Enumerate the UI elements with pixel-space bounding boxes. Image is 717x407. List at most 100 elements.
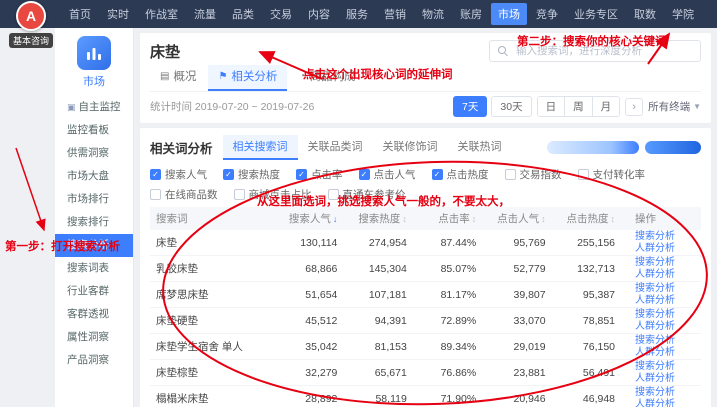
column-label: 点击率 bbox=[438, 213, 470, 225]
topnav-item[interactable]: 竞争 bbox=[529, 3, 565, 25]
deep-analysis-searchbox[interactable] bbox=[489, 40, 701, 62]
sidebar-item[interactable]: ▣客群透视 bbox=[55, 303, 133, 326]
trend-bar-light[interactable] bbox=[547, 141, 639, 154]
sidebar-item[interactable]: ▣搜索分析 bbox=[55, 234, 133, 257]
sidebar-item[interactable]: ▣搜索词表 bbox=[55, 257, 133, 280]
action-crowd-analysis-link[interactable]: 人群分析 bbox=[635, 243, 701, 255]
column-click-popularity[interactable]: 点击人气↕ bbox=[496, 211, 565, 226]
table-row: 床垫学生宿舍 单人 35,042 81,153 89.34% 29,019 76… bbox=[150, 334, 701, 360]
sidebar-item[interactable]: ▣供需洞察 bbox=[55, 142, 133, 165]
topnav-item[interactable]: 物流 bbox=[415, 3, 451, 25]
helper-avatar[interactable]: A bbox=[16, 1, 46, 31]
metric-label: 支付转化率 bbox=[593, 167, 646, 182]
action-search-analysis-link[interactable]: 搜索分析 bbox=[635, 231, 701, 243]
annotation-arrow-sidebar bbox=[16, 148, 44, 230]
sort-desc-icon: ↓ bbox=[333, 214, 338, 224]
action-search-analysis-link[interactable]: 搜索分析 bbox=[635, 335, 701, 347]
action-crowd-analysis-link[interactable]: 人群分析 bbox=[635, 347, 701, 359]
search-heat-cell: 145,304 bbox=[357, 263, 426, 275]
category-tab[interactable]: ⚑ 相关分析 bbox=[208, 65, 287, 91]
sidebar-item[interactable]: ▣搜索排行 bbox=[55, 211, 133, 234]
date-range-button[interactable]: 日 bbox=[538, 97, 565, 116]
checkbox-icon bbox=[150, 169, 161, 180]
topnav-item[interactable]: 实时 bbox=[100, 3, 136, 25]
topnav-item[interactable]: 账房 bbox=[453, 3, 489, 25]
sidebar-item[interactable]: ▣产品洞察 bbox=[55, 349, 133, 372]
topnav-item[interactable]: 业务专区 bbox=[567, 3, 625, 25]
category-tab[interactable]: ◔ 商品构成 bbox=[289, 65, 365, 91]
sidebar: 市场 ▣自主监控 ▣监控看板 ▣供需洞察 ▣市场大盘 ▣市场排行 ▣搜索排行 ▣… bbox=[55, 28, 134, 407]
metric-checkbox[interactable]: 搜索热度 bbox=[223, 167, 280, 182]
tab-icon: ▤ bbox=[160, 71, 169, 82]
column-click-heat[interactable]: 点击热度↕ bbox=[566, 211, 635, 226]
topnav-item[interactable]: 交易 bbox=[263, 3, 299, 25]
click-rate-cell: 72.89% bbox=[427, 315, 496, 327]
action-search-analysis-link[interactable]: 搜索分析 bbox=[635, 283, 701, 295]
next-period-button[interactable]: › bbox=[625, 98, 643, 116]
terminal-label: 所有终端 bbox=[648, 99, 690, 114]
metric-label: 点击率 bbox=[311, 167, 343, 182]
action-crowd-analysis-link[interactable]: 人群分析 bbox=[635, 269, 701, 281]
metrics-row-1: 搜索人气 搜索热度 点击率 点击人气 点击热度 交易指数 支付转化率 bbox=[150, 167, 701, 182]
metric-checkbox[interactable]: 直通车参考价 bbox=[328, 187, 406, 202]
terminal-selector[interactable]: 所有终端 ▼ bbox=[648, 99, 701, 114]
sort-icon: ↕ bbox=[472, 214, 477, 224]
trend-bar-dark[interactable] bbox=[645, 141, 701, 154]
word-type-tab[interactable]: 关联品类词 bbox=[298, 135, 373, 160]
action-search-analysis-link[interactable]: 搜索分析 bbox=[635, 361, 701, 373]
action-crowd-analysis-link[interactable]: 人群分析 bbox=[635, 373, 701, 385]
sidebar-item[interactable]: ▣市场排行 bbox=[55, 188, 133, 211]
range-buttons: 7天 30天 bbox=[453, 96, 532, 117]
topnav-item[interactable]: 品类 bbox=[225, 3, 261, 25]
topnav-item[interactable]: 流量 bbox=[187, 3, 223, 25]
click-popularity-cell: 39,807 bbox=[496, 289, 565, 301]
topnav-item[interactable]: 学院 bbox=[665, 3, 701, 25]
search-input[interactable] bbox=[514, 44, 692, 58]
date-range-button[interactable]: 7天 bbox=[453, 96, 487, 117]
column-search-heat[interactable]: 搜索热度↕ bbox=[357, 211, 426, 226]
action-crowd-analysis-link[interactable]: 人群分析 bbox=[635, 295, 701, 307]
action-search-analysis-link[interactable]: 搜索分析 bbox=[635, 387, 701, 399]
metric-checkbox[interactable]: 点击人气 bbox=[359, 167, 416, 182]
metric-label: 点击人气 bbox=[374, 167, 416, 182]
category-tab[interactable]: ▤ 概况 bbox=[150, 65, 206, 91]
column-click-rate[interactable]: 点击率↕ bbox=[427, 211, 496, 226]
metric-checkbox[interactable]: 搜索人气 bbox=[150, 167, 207, 182]
metric-checkbox[interactable]: 在线商品数 bbox=[150, 187, 218, 202]
metric-checkbox[interactable]: 点击热度 bbox=[432, 167, 489, 182]
action-crowd-analysis-link[interactable]: 人群分析 bbox=[635, 321, 701, 333]
search-term-cell: 乳胶床垫 bbox=[150, 261, 288, 276]
search-icon bbox=[498, 46, 508, 56]
topnav-item[interactable]: 首页 bbox=[62, 3, 98, 25]
click-rate-cell: 85.07% bbox=[427, 263, 496, 275]
date-range-button[interactable]: 周 bbox=[564, 97, 592, 116]
date-range-button[interactable]: 30天 bbox=[491, 96, 531, 117]
topnav-item[interactable]: 服务 bbox=[339, 3, 375, 25]
date-range-button[interactable]: 月 bbox=[592, 97, 620, 116]
table-header: 搜索词 搜索人气↓ 搜索热度↕ 点击率↕ 点击人气↕ 点击热度↕ 操作 bbox=[150, 207, 701, 230]
topnav-item[interactable]: 市场 bbox=[491, 3, 527, 25]
helper-widget[interactable]: A 基本咨询 bbox=[6, 1, 56, 49]
column-search-popularity[interactable]: 搜索人气↓ bbox=[288, 211, 357, 226]
topnav-item[interactable]: 内容 bbox=[301, 3, 337, 25]
sidebar-item[interactable]: ▣自主监控 bbox=[55, 96, 133, 119]
word-type-tab[interactable]: 关联热词 bbox=[448, 135, 512, 160]
topnav-item[interactable]: 营销 bbox=[377, 3, 413, 25]
word-type-tab[interactable]: 关联修饰词 bbox=[373, 135, 448, 160]
topnav-item[interactable]: 作战室 bbox=[138, 3, 185, 25]
metric-checkbox[interactable]: 商城点击占比 bbox=[234, 187, 312, 202]
action-search-analysis-link[interactable]: 搜索分析 bbox=[635, 309, 701, 321]
sidebar-item[interactable]: ▣监控看板 bbox=[55, 119, 133, 142]
action-crowd-analysis-link[interactable]: 人群分析 bbox=[635, 399, 701, 407]
metric-checkbox[interactable]: 交易指数 bbox=[505, 167, 562, 182]
sidebar-item[interactable]: ▣行业客群 bbox=[55, 280, 133, 303]
helper-label: 基本咨询 bbox=[9, 33, 53, 48]
action-search-analysis-link[interactable]: 搜索分析 bbox=[635, 257, 701, 269]
metric-checkbox[interactable]: 点击率 bbox=[296, 167, 343, 182]
metric-checkbox[interactable]: 支付转化率 bbox=[578, 167, 646, 182]
search-term-cell: 榻榻米床垫 bbox=[150, 391, 288, 406]
topnav-item[interactable]: 取数 bbox=[627, 3, 663, 25]
sidebar-item[interactable]: ▣市场大盘 bbox=[55, 165, 133, 188]
sidebar-item[interactable]: ▣属性洞察 bbox=[55, 326, 133, 349]
word-type-tab[interactable]: 相关搜索词 bbox=[223, 135, 298, 160]
